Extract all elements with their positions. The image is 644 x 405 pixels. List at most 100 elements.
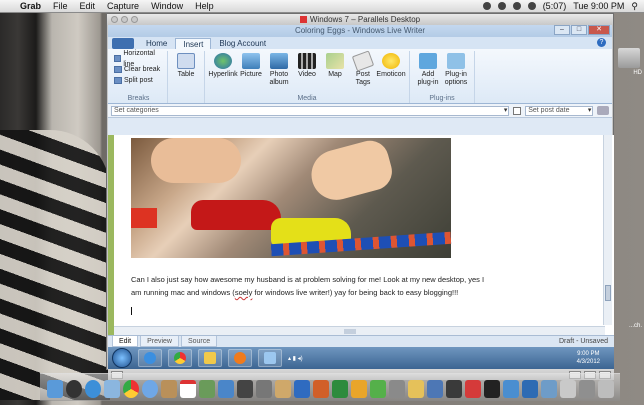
dashboard-icon[interactable] [65,380,82,398]
word-icon[interactable] [293,380,310,398]
post-date-picker-icon[interactable] [597,106,609,115]
photo-booth-icon[interactable] [236,380,253,398]
map-icon [326,53,344,69]
post-photo[interactable] [131,136,452,258]
taskbar-ie[interactable] [138,349,162,367]
app-icon[interactable] [540,380,557,398]
plugin-options-button[interactable]: Plug-in options [442,53,470,92]
terminal-icon[interactable] [483,380,500,398]
menu-help[interactable]: Help [189,1,220,11]
ical-icon[interactable] [179,380,196,398]
start-button[interactable] [112,348,132,368]
tab-insert[interactable]: Insert [175,38,212,49]
tab-source[interactable]: Source [180,336,218,347]
vertical-scrollbar[interactable] [603,135,612,325]
post-date-select[interactable]: Set post date [525,105,594,116]
spotlight-icon[interactable]: ⚲ [631,1,638,12]
app-icon[interactable] [426,380,443,398]
post-editor[interactable]: Can I also just say how awesome my husba… [108,135,614,337]
documents-icon[interactable] [559,380,576,398]
parallels-icon[interactable] [464,380,481,398]
address-book-icon[interactable] [160,380,177,398]
tab-blog-account[interactable]: Blog Account [212,38,273,49]
itunes-icon[interactable] [141,380,158,398]
safari-icon[interactable] [84,380,101,398]
app-icon[interactable] [445,380,462,398]
menu-edit[interactable]: Edit [74,1,102,11]
mail-icon[interactable] [103,380,120,398]
post-paragraph[interactable]: Can I also just say how awesome my husba… [131,273,491,299]
tab-edit[interactable]: Edit [112,336,139,347]
volume-icon[interactable] [527,2,536,10]
group-media: Hyperlink Picture Photo album Video Map … [205,50,410,103]
scroll-thumb[interactable] [605,285,611,301]
misspelled-word[interactable]: soely [235,288,253,297]
hard-drive-icon[interactable] [618,48,640,68]
horizontal-line-button[interactable]: Horizontal line [114,50,163,68]
folder-icon [204,352,216,364]
map-button[interactable]: Map [321,53,349,92]
zoom-icon[interactable] [131,16,138,23]
trash-icon[interactable] [597,380,614,398]
background-photo-stripes [0,130,110,400]
bluetooth-icon[interactable] [497,2,506,10]
menu-capture[interactable]: Capture [101,1,145,11]
battery-status[interactable]: (5:07) [543,1,567,11]
taskbar-clock[interactable]: 9:00 PM 4/3/2012 [577,350,614,366]
taskbar-live-writer[interactable] [258,349,282,367]
taskbar-chrome[interactable] [168,349,192,367]
tab-preview[interactable]: Preview [140,336,179,347]
photo-toy-car [191,200,281,230]
categories-select[interactable]: Set categories [111,105,510,116]
iphoto-icon[interactable] [198,380,215,398]
picture-button[interactable]: Picture [237,53,265,92]
finder-icon[interactable] [46,380,63,398]
add-plugin-button[interactable]: Add plug-in [414,53,442,92]
windows-taskbar: ▴ ▮ ◂) 9:00 PM 4/3/2012 [108,347,614,369]
photo-album-button[interactable]: Photo album [265,53,293,92]
messenger-icon[interactable] [369,380,386,398]
close-icon[interactable] [111,16,118,23]
tag-icon [351,50,375,72]
powerpoint-icon[interactable] [312,380,329,398]
preview-icon[interactable] [274,380,291,398]
horizontal-scrollbar[interactable] [114,326,605,335]
add-plugin-icon [419,53,437,69]
itunes-store-icon[interactable] [217,380,234,398]
downloads-icon[interactable] [578,380,595,398]
taskbar-media-player[interactable] [228,349,252,367]
menu-file[interactable]: File [47,1,74,11]
menu-app-name[interactable]: Grab [14,1,47,11]
minimize-icon[interactable] [121,16,128,23]
live-writer-titlebar: Coloring Eggs - Windows Live Writer – □ ✕ [108,25,612,37]
calendar-checkbox-icon[interactable] [513,106,522,115]
table-button[interactable]: Table [172,53,200,92]
help-icon[interactable]: ? [597,38,606,47]
maximize-button[interactable]: □ [571,25,587,35]
app-icon[interactable] [502,380,519,398]
wifi-icon[interactable] [512,2,521,10]
scroll-thumb[interactable] [344,329,356,334]
hyperlink-button[interactable]: Hyperlink [208,53,238,92]
chrome-icon[interactable] [122,380,139,398]
app-icon[interactable] [521,380,538,398]
close-button[interactable]: ✕ [588,25,610,35]
video-button[interactable]: Video [293,53,321,92]
excel-icon[interactable] [331,380,348,398]
outlook-icon[interactable] [350,380,367,398]
menu-window[interactable]: Window [145,1,189,11]
clear-break-button[interactable]: Clear break [114,64,163,75]
minimize-button[interactable]: – [554,25,570,35]
post-tags-button[interactable]: Post Tags [349,50,377,92]
app-icon[interactable] [407,380,424,398]
categories-placeholder: Set categories [114,106,159,114]
split-post-button[interactable]: Split post [114,75,163,86]
status-icon[interactable] [482,2,491,10]
menu-clock[interactable]: Tue 9:00 PM [573,1,624,11]
taskbar-explorer[interactable] [198,349,222,367]
app-icon[interactable] [388,380,405,398]
photo-toy-car [131,208,157,228]
camera-icon[interactable] [255,380,272,398]
system-tray-icons[interactable]: ▴ ▮ ◂) [288,355,303,362]
emoticon-button[interactable]: Emoticon [376,53,406,92]
